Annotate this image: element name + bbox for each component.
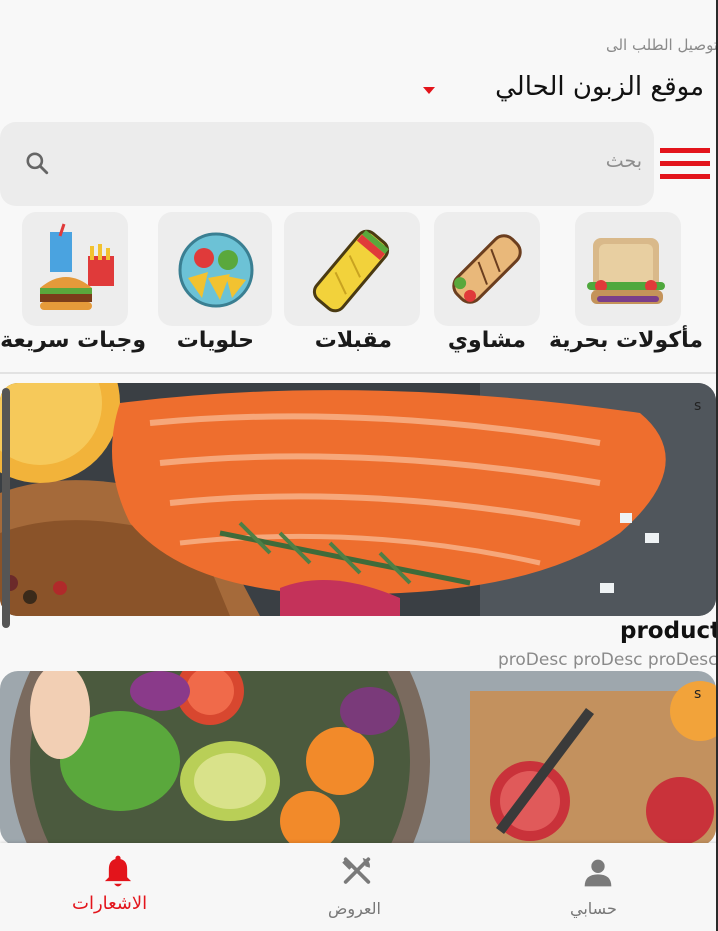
- divider: [0, 372, 718, 374]
- category-label: حلويات: [176, 328, 254, 353]
- delivery-caption: توصيل الطلب الى: [605, 36, 718, 54]
- nav-notifications[interactable]: الاشعارات: [60, 843, 180, 931]
- fast-food-icon: [40, 223, 114, 310]
- nav-label: الاشعارات: [72, 893, 148, 914]
- bell-icon: [104, 855, 132, 887]
- nav-label: العروض: [328, 899, 381, 918]
- nachos-plate-icon: [178, 232, 254, 308]
- category-label: مشاوي: [447, 328, 526, 353]
- category-label: مأكولات بحرية: [548, 328, 703, 353]
- person-icon: [584, 859, 612, 887]
- product-badge: s: [694, 686, 702, 702]
- scrollbar-thumb[interactable]: [2, 388, 10, 628]
- search-placeholder: بحث: [605, 150, 642, 172]
- nav-account[interactable]: حسابي: [550, 843, 650, 931]
- category-label: وجبات سريعة: [0, 328, 146, 353]
- bottom-navigation: حسابي العروض الاشعارات: [0, 843, 718, 931]
- product-description: proDesc proDesc proDesc: [498, 650, 718, 670]
- product-badge: s: [694, 398, 702, 414]
- nav-label: حسابي: [570, 899, 617, 918]
- product-name[interactable]: product n: [620, 618, 718, 644]
- search-input[interactable]: [0, 122, 654, 206]
- nav-offers[interactable]: العروض: [310, 843, 410, 931]
- sandwich-icon: [587, 238, 665, 304]
- fork-knife-icon: [342, 857, 371, 884]
- category-label: مقبلات: [314, 328, 392, 353]
- product-image[interactable]: [0, 671, 716, 846]
- product-image[interactable]: [0, 383, 716, 616]
- customer-location[interactable]: موقع الزبون الحالي: [495, 72, 704, 102]
- chevron-down-icon[interactable]: [423, 87, 435, 94]
- search-icon[interactable]: [24, 150, 50, 176]
- menu-button[interactable]: [660, 146, 710, 182]
- wrap-icon: [452, 234, 522, 304]
- burrito-icon: [312, 229, 390, 313]
